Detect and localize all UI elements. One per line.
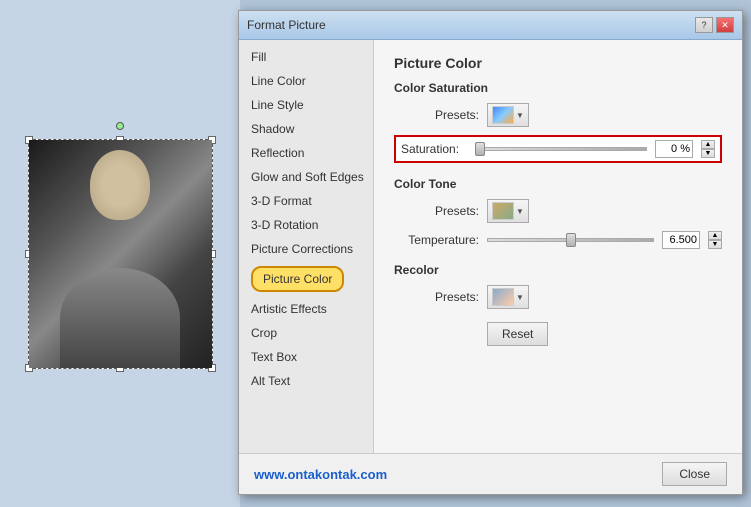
dialog-footer: www.ontakontak.com Close <box>239 453 742 494</box>
close-button[interactable]: Close <box>662 462 727 486</box>
sidebar-item-reflection[interactable]: Reflection <box>239 141 373 165</box>
temperature-slider-container[interactable] <box>487 233 654 247</box>
temperature-row: Temperature: ▲ ▼ <box>394 231 722 249</box>
sidebar-item-crop[interactable]: Crop <box>239 321 373 345</box>
saturation-spin-up[interactable]: ▲ <box>701 140 715 149</box>
photo-frame <box>28 139 213 369</box>
tone-presets-arrow: ▼ <box>516 207 524 216</box>
section-title: Picture Color <box>394 55 722 71</box>
sidebar-item-line-style[interactable]: Line Style <box>239 93 373 117</box>
temperature-spin-down[interactable]: ▼ <box>708 240 722 249</box>
tone-presets-row: Presets: ▼ <box>394 199 722 223</box>
format-picture-dialog: Format Picture ? ✕ Fill Line Color Line … <box>238 10 743 495</box>
dialog-titlebar: Format Picture ? ✕ <box>239 11 742 40</box>
saturation-slider-thumb[interactable] <box>475 142 485 156</box>
temperature-value-input[interactable] <box>662 231 700 249</box>
main-content: Picture Color Color Saturation Presets: … <box>374 40 742 453</box>
help-button[interactable]: ? <box>695 17 713 33</box>
sidebar-item-line-color[interactable]: Line Color <box>239 69 373 93</box>
sidebar-item-picture-corrections[interactable]: Picture Corrections <box>239 237 373 261</box>
sidebar-item-fill[interactable]: Fill <box>239 45 373 69</box>
color-saturation-title: Color Saturation <box>394 81 722 95</box>
saturation-presets-arrow: ▼ <box>516 111 524 120</box>
sidebar-item-picture-color[interactable]: Picture Color <box>239 261 373 297</box>
sidebar-item-artistic-effects[interactable]: Artistic Effects <box>239 297 373 321</box>
saturation-slider-track[interactable] <box>479 147 647 151</box>
saturation-label: Saturation: <box>401 142 471 156</box>
dialog-body: Fill Line Color Line Style Shadow Reflec… <box>239 40 742 453</box>
temperature-spin-up[interactable]: ▲ <box>708 231 722 240</box>
sidebar: Fill Line Color Line Style Shadow Reflec… <box>239 40 374 453</box>
temperature-slider-thumb[interactable] <box>566 233 576 247</box>
saturation-presets-icon <box>492 106 514 124</box>
saturation-spin-down[interactable]: ▼ <box>701 149 715 158</box>
saturation-presets-label: Presets: <box>394 108 479 122</box>
temperature-slider-track[interactable] <box>487 238 654 242</box>
color-tone-title: Color Tone <box>394 177 722 191</box>
sidebar-item-glow[interactable]: Glow and Soft Edges <box>239 165 373 189</box>
saturation-presets-row: Presets: ▼ <box>394 103 722 127</box>
titlebar-buttons: ? ✕ <box>695 17 734 33</box>
recolor-presets-icon <box>492 288 514 306</box>
rotate-handle[interactable] <box>116 122 124 130</box>
sidebar-item-3d-format[interactable]: 3-D Format <box>239 189 373 213</box>
saturation-slider-container[interactable] <box>479 142 647 156</box>
recolor-presets-button[interactable]: ▼ <box>487 285 529 309</box>
website-link[interactable]: www.ontakontak.com <box>254 467 387 482</box>
background-area <box>0 0 240 507</box>
temperature-spinner: ▲ ▼ <box>708 231 722 249</box>
saturation-spinner: ▲ ▼ <box>701 140 715 158</box>
recolor-presets-label: Presets: <box>394 290 479 304</box>
saturation-row: Saturation: ▲ ▼ <box>394 135 722 163</box>
dialog-title: Format Picture <box>247 18 326 32</box>
sidebar-item-alt-text[interactable]: Alt Text <box>239 369 373 393</box>
recolor-presets-arrow: ▼ <box>516 293 524 302</box>
reset-row: Reset <box>394 317 722 346</box>
tone-presets-icon <box>492 202 514 220</box>
sidebar-item-3d-rotation[interactable]: 3-D Rotation <box>239 213 373 237</box>
reset-button[interactable]: Reset <box>487 322 548 346</box>
saturation-presets-button[interactable]: ▼ <box>487 103 529 127</box>
recolor-title: Recolor <box>394 263 722 277</box>
close-title-button[interactable]: ✕ <box>716 17 734 33</box>
active-highlight: Picture Color <box>251 266 344 292</box>
tone-presets-button[interactable]: ▼ <box>487 199 529 223</box>
tone-presets-label: Presets: <box>394 204 479 218</box>
sidebar-item-text-box[interactable]: Text Box <box>239 345 373 369</box>
sidebar-item-shadow[interactable]: Shadow <box>239 117 373 141</box>
saturation-value-input[interactable] <box>655 140 693 158</box>
recolor-presets-row: Presets: ▼ <box>394 285 722 309</box>
temperature-label: Temperature: <box>394 233 479 247</box>
photo-image <box>29 140 212 368</box>
